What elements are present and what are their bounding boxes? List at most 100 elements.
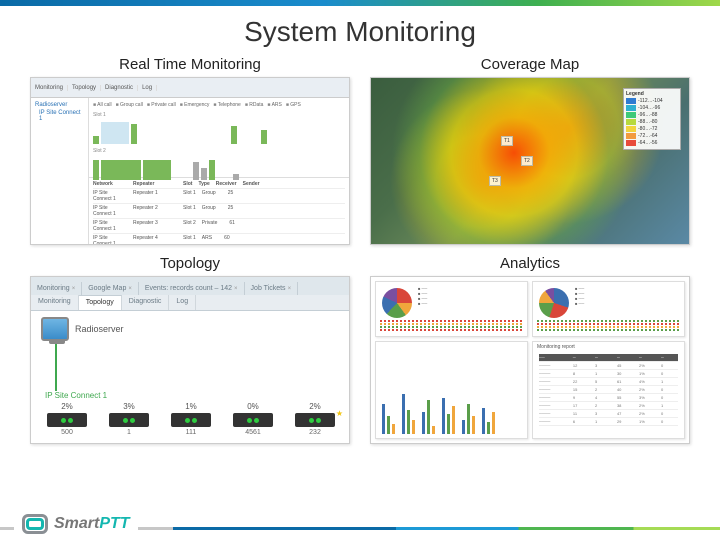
map-marker[interactable]: T2 [521, 156, 533, 166]
close-icon[interactable]: × [72, 286, 76, 292]
map-marker[interactable]: T1 [501, 136, 513, 146]
table-row[interactable]: ────225614%1 [539, 378, 678, 386]
table-row[interactable]: ────152402%0 [539, 386, 678, 394]
subtab-diagnostic[interactable]: Diagnostic [122, 295, 170, 310]
topology-main-tabs: Monitoring× Google Map× Events: records … [31, 277, 349, 295]
repeater-node[interactable]: 2% 500 [43, 402, 91, 436]
repeater-load: 3% [105, 402, 153, 411]
legend-range: -80…-72 [638, 126, 657, 132]
tab-events[interactable]: Events: records count – 142× [139, 282, 245, 295]
topology-sub-tabs: Monitoring Topology Diagnostic Log [31, 295, 349, 311]
panel-topology: Monitoring× Google Map× Events: records … [30, 276, 350, 444]
dot-rows [380, 320, 523, 334]
star-icon: ★ [336, 409, 343, 418]
cell-realtime: Real Time Monitoring Monitoring Topology… [30, 56, 350, 245]
rtm-menu-item[interactable]: Log [138, 85, 157, 91]
rtm-slot-label: Slot 1 [93, 112, 345, 118]
legend-range: -104…-96 [638, 105, 660, 111]
legend-swatch [626, 105, 636, 111]
tab-job-tickets[interactable]: Job Tickets× [245, 282, 299, 295]
close-icon[interactable]: × [128, 286, 132, 292]
subtab-topology[interactable]: Topology [79, 295, 122, 310]
server-label: Radioserver [75, 324, 124, 334]
repeater-load: 0% [229, 402, 277, 411]
table-row[interactable]: ────172382%1 [539, 402, 678, 410]
logo-text: SmartPTT [54, 515, 130, 533]
coverage-legend-title: Legend [626, 91, 678, 97]
cell-topology: Topology Monitoring× Google Map× Events:… [30, 255, 350, 444]
repeater-node[interactable]: 2% ★ 232 [291, 402, 339, 436]
rtm-legend: All call Group call Private call Emergen… [93, 102, 345, 108]
table-row[interactable]: IP Site Connect 1Repeater 2Slot 1Group25 [93, 204, 345, 219]
table-row[interactable]: IP Site Connect 1Repeater 1Slot 1Group25 [93, 189, 345, 204]
map-marker[interactable]: T3 [489, 176, 501, 186]
tab-google-map[interactable]: Google Map× [82, 282, 139, 295]
legend-item: Telephone [213, 102, 240, 108]
cell-title-coverage: Coverage Map [370, 56, 690, 73]
table-row[interactable]: ────123452%0 [539, 362, 678, 370]
table-row[interactable]: ────113472%0 [539, 410, 678, 418]
legend-swatch [626, 119, 636, 125]
rtm-table: NetworkRepeaterSlotTypeReceiverSender IP… [89, 178, 349, 245]
table-row[interactable]: IP Site Connect 1Repeater 4Slot 1ARS60 [93, 234, 345, 245]
rtm-slot-label: Slot 2 [93, 148, 345, 154]
analytics-report-table: Monitoring report ─────── ────123452%0 ─… [532, 341, 685, 439]
legend-swatch [626, 98, 636, 104]
rtm-sidebar-item[interactable]: Radioserver [35, 102, 84, 108]
repeater-load: 2% [291, 402, 339, 411]
legend-item: ARS [267, 102, 281, 108]
topology-canvas: Radioserver IP Site Connect 1 2% 500 3% … [31, 311, 349, 443]
close-icon[interactable]: × [288, 286, 292, 292]
table-row[interactable]: IP Site Connect 1Repeater 3Slot 2Private… [93, 219, 345, 234]
rtm-menu-item[interactable]: Monitoring [31, 85, 68, 91]
repeater-icon: ★ [295, 413, 335, 427]
legend-item: Emergency [180, 102, 210, 108]
rtm-menu-item[interactable]: Diagnostic [101, 85, 138, 91]
rtm-sidebar-sub[interactable]: IP Site Connect 1 [39, 110, 84, 122]
close-icon[interactable]: × [234, 286, 238, 292]
coverage-heatmap[interactable]: T1 T2 T3 Legend -112…-104 -104…-96 -96…-… [371, 78, 689, 244]
slide-top-accent [0, 0, 720, 6]
legend-swatch [626, 112, 636, 118]
rtm-menubar: Monitoring Topology Diagnostic Log [31, 78, 349, 98]
repeater-id: 500 [43, 429, 91, 436]
pie-chart-icon [539, 288, 569, 318]
repeater-icon [171, 413, 211, 427]
repeater-icon [47, 413, 87, 427]
bar-chart [382, 390, 495, 434]
repeater-node[interactable]: 3% 1 [105, 402, 153, 436]
repeater-load: 2% [43, 402, 91, 411]
logo-mark-icon [22, 514, 48, 534]
legend-swatch [626, 126, 636, 132]
legend-item: All call [93, 102, 112, 108]
table-row[interactable]: ────81301%0 [539, 370, 678, 378]
rtm-menu-item[interactable]: Topology [68, 85, 101, 91]
server-node[interactable]: Radioserver [41, 317, 339, 341]
tab-monitoring[interactable]: Monitoring× [31, 282, 82, 295]
repeater-node[interactable]: 1% 111 [167, 402, 215, 436]
repeater-id: 232 [291, 429, 339, 436]
brand-logo: SmartPTT [14, 514, 138, 534]
analytics-pie-2: ■ ──■ ──■ ──■ ── [532, 281, 685, 337]
rtm-bars-slot1 [93, 120, 345, 144]
rtm-chart: All call Group call Private call Emergen… [89, 98, 349, 178]
rtm-main: All call Group call Private call Emergen… [89, 98, 349, 244]
table-row[interactable]: ────94553%0 [539, 394, 678, 402]
analytics-pie-1: ■ ──■ ──■ ──■ ── [375, 281, 528, 337]
rtm-bars-slot2 [93, 156, 345, 180]
legend-swatch [626, 140, 636, 146]
subtab-log[interactable]: Log [169, 295, 196, 310]
legend-swatch [626, 133, 636, 139]
cell-title-realtime: Real Time Monitoring [30, 56, 350, 73]
legend-range: -88…-80 [638, 119, 657, 125]
slide-footer: SmartPTT [0, 498, 720, 540]
repeater-id: 4561 [229, 429, 277, 436]
subtab-monitoring[interactable]: Monitoring [31, 295, 79, 310]
dot-rows [537, 320, 680, 334]
repeater-node[interactable]: 0% 4561 [229, 402, 277, 436]
table-row[interactable]: ────61291%0 [539, 418, 678, 426]
cell-analytics: Analytics ■ ──■ ──■ ──■ ── ■ ──■ ──■ ──■… [370, 255, 690, 444]
site-label: IP Site Connect 1 [45, 391, 339, 400]
legend-range: -112…-104 [638, 98, 663, 104]
repeater-icon [109, 413, 149, 427]
